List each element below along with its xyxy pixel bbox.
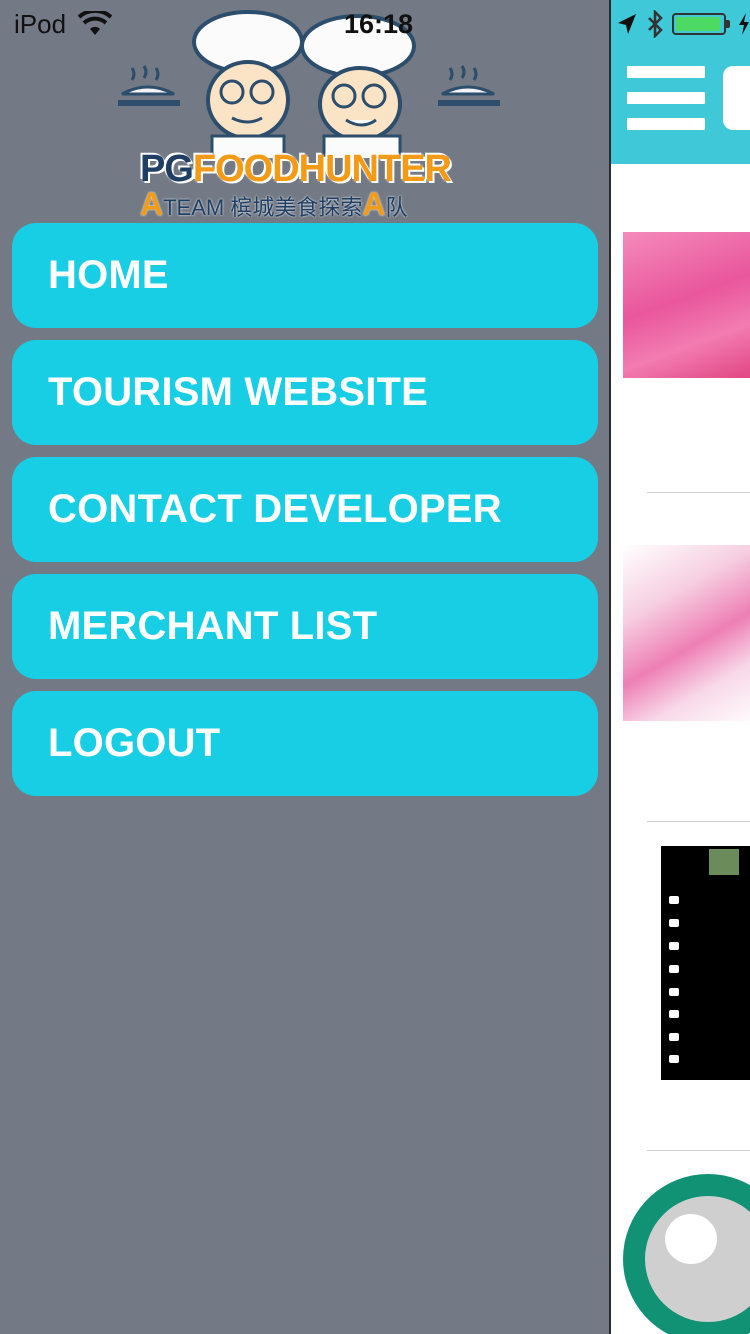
bluetooth-icon bbox=[648, 10, 663, 38]
logo-subtitle-team: TEAM bbox=[163, 195, 225, 220]
menu-item-label: TOURISM WEBSITE bbox=[48, 370, 429, 414]
app-logo: PGFOODHUNTER ATEAM 槟城美食探索A队 bbox=[108, 8, 508, 222]
logo-subtitle-chinese: 槟城美食探索 bbox=[230, 195, 363, 220]
menu-item-label: CONTACT DEVELOPER bbox=[48, 487, 502, 531]
menu-item-label: LOGOUT bbox=[48, 721, 221, 765]
list-item-thumbnail[interactable] bbox=[623, 232, 750, 378]
search-input[interactable] bbox=[723, 66, 750, 130]
list-divider bbox=[647, 821, 750, 822]
logo-title-pg: PG bbox=[140, 148, 194, 190]
charging-bolt-icon bbox=[739, 13, 749, 35]
location-arrow-icon bbox=[618, 14, 636, 34]
wifi-icon bbox=[78, 11, 113, 35]
status-bar-left: iPod bbox=[14, 8, 113, 40]
list-divider bbox=[647, 492, 750, 493]
battery-icon bbox=[672, 13, 730, 35]
menu-item-tourism-website[interactable]: TOURISM WEBSITE bbox=[12, 340, 598, 445]
status-bar-right bbox=[611, 8, 750, 40]
hamburger-menu-icon[interactable] bbox=[627, 66, 705, 136]
carrier-label: iPod bbox=[14, 8, 67, 39]
avatar bbox=[709, 849, 739, 875]
menu-item-contact-developer[interactable]: CONTACT DEVELOPER bbox=[12, 457, 598, 562]
chef-mascots-illustration bbox=[118, 10, 500, 162]
logo-subtitle-a: A bbox=[140, 186, 164, 222]
logo-subtitle-suffix: 队 bbox=[385, 195, 408, 220]
list-item-thumbnail[interactable] bbox=[623, 1174, 750, 1334]
menu-item-logout[interactable]: LOGOUT bbox=[12, 691, 598, 796]
logo-subtitle-a2: A bbox=[362, 186, 386, 222]
menu-item-home[interactable]: HOME bbox=[12, 223, 598, 328]
list-item-thumbnail[interactable] bbox=[623, 545, 750, 721]
drawer-menu: HOME TOURISM WEBSITE CONTACT DEVELOPER M… bbox=[12, 223, 598, 808]
logo-subtitle: ATEAM 槟城美食探索A队 bbox=[140, 186, 480, 222]
main-content-peek[interactable] bbox=[609, 0, 750, 1334]
list-divider bbox=[647, 1150, 750, 1151]
menu-item-label: MERCHANT LIST bbox=[48, 604, 378, 648]
status-time: 16:18 bbox=[344, 9, 414, 39]
menu-item-label: HOME bbox=[48, 253, 169, 297]
menu-item-merchant-list[interactable]: MERCHANT LIST bbox=[12, 574, 598, 679]
list-item-thumbnail[interactable] bbox=[661, 846, 750, 1080]
logo-title-foodhunter: FOODHUNTER bbox=[192, 148, 452, 190]
side-drawer: iPod 16:18 PGFOODHUNTER ATEAM 槟城美食探索A队 H… bbox=[0, 0, 609, 1334]
